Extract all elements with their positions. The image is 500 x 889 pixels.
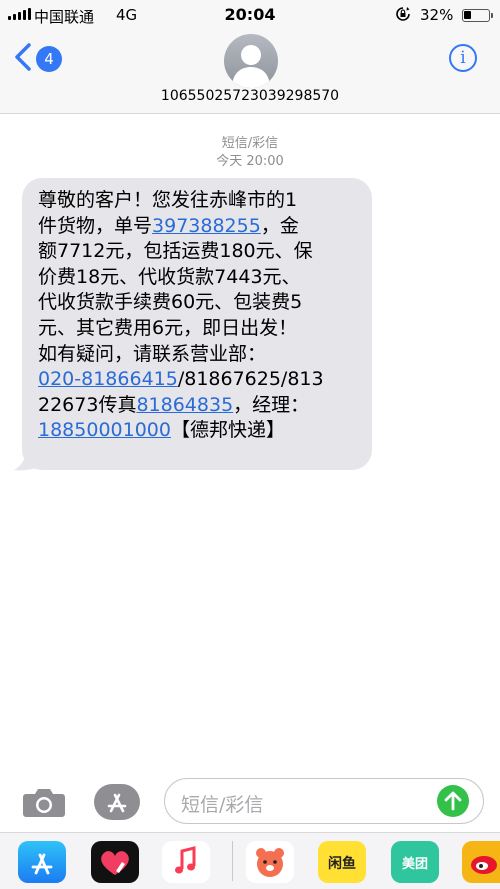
unread-count-badge[interactable]: 4 <box>36 46 62 72</box>
fax-link[interactable]: 81864835 <box>136 394 233 416</box>
back-chevron-icon[interactable] <box>12 42 34 72</box>
message-line: 元、其它费用6元，即日出发！ <box>38 316 298 339</box>
sender-number[interactable]: 10655025723039298570 <box>0 88 500 104</box>
xianyu-app[interactable]: 闲鱼 <box>318 841 366 883</box>
compose-bar: 短信/彩信 <box>0 770 500 832</box>
app-store-button[interactable] <box>94 784 140 820</box>
manager-phone-link[interactable]: 18850001000 <box>38 419 171 441</box>
conversation-header: 4 10655025723039298570 i <box>0 30 500 114</box>
appstore-icon <box>31 853 53 875</box>
bear-icon <box>256 848 284 877</box>
arrow-up-icon <box>444 791 462 811</box>
heart-touch-icon <box>101 851 129 875</box>
battery-level <box>464 11 471 19</box>
message-bubble[interactable]: 尊敬的客户！您发往赤峰市的1 件货物，单号397388255，金 额7712元，… <box>22 178 372 470</box>
battery-percentage: 32% <box>420 6 454 24</box>
camera-icon[interactable] <box>22 786 66 818</box>
info-icon[interactable]: i <box>449 44 477 72</box>
bear-app[interactable] <box>246 841 294 883</box>
appstore-icon <box>107 793 127 813</box>
message-line: 件货物，单号397388255，金 <box>38 214 299 237</box>
message-line: 代收货款手续费60元、包装费5 <box>38 291 303 314</box>
rotation-lock-icon <box>396 7 410 21</box>
phone-link[interactable]: 020-81866415 <box>38 368 178 390</box>
xianyu-label: 闲鱼 <box>328 856 356 872</box>
status-bar: 中国联通 4G 20:04 32% <box>0 0 500 30</box>
app-store-app[interactable] <box>18 841 66 883</box>
person-silhouette-icon <box>232 45 270 88</box>
tracking-number-link[interactable]: 397388255 <box>152 215 261 237</box>
message-line: 尊敬的客户！您发往赤峰市的1 <box>38 189 298 211</box>
message-line: 价费18元、代收货款7443元、 <box>38 265 301 288</box>
music-app[interactable] <box>162 841 210 883</box>
contact-avatar[interactable] <box>224 34 278 88</box>
meituan-app[interactable]: 美团 <box>391 841 439 883</box>
digital-touch-app[interactable] <box>91 841 139 883</box>
message-input-placeholder: 短信/彩信 <box>181 794 264 816</box>
message-input[interactable]: 短信/彩信 <box>164 778 484 824</box>
weibo-icon <box>471 856 497 874</box>
message-timestamp: 今天 20:00 <box>216 154 284 169</box>
battery-icon <box>462 9 493 22</box>
message-line: 18850001000【德邦快递】 <box>38 419 285 442</box>
message-line: 020-81866415/81867625/813 <box>38 368 324 391</box>
message-line: 额7712元，包括运费180元、保 <box>38 240 313 263</box>
app-drawer: 闲鱼 美团 <box>0 832 500 889</box>
send-button[interactable] <box>437 785 469 817</box>
music-note-icon <box>175 846 196 874</box>
message-line: 如有疑问，请联系营业部： <box>38 342 267 365</box>
meituan-label: 美团 <box>401 857 428 872</box>
drawer-divider <box>232 841 233 881</box>
weibo-app[interactable] <box>462 841 500 883</box>
message-line: 22673传真81864835，经理： <box>38 393 310 416</box>
service-label: 短信/彩信 <box>221 136 279 151</box>
